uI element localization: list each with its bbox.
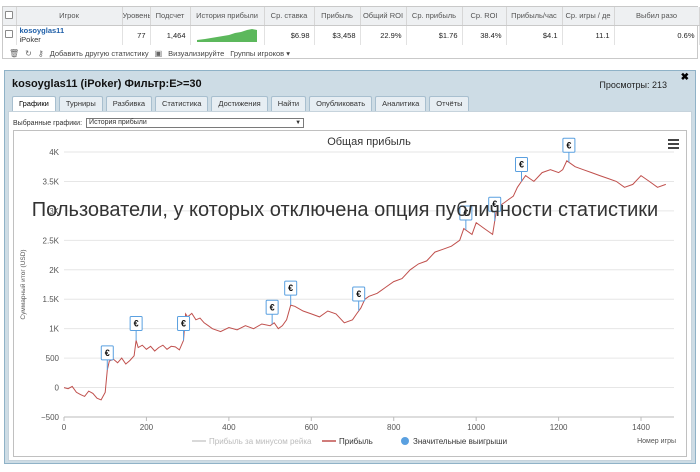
level-cell: 77: [122, 25, 151, 45]
stats-toolbar: 🗑 ↻ ⚷ Добавить другую статистику ▣ Визуа…: [3, 46, 697, 60]
x-tick-label: 200: [140, 423, 154, 432]
y-tick-label: 3.5K: [43, 177, 60, 186]
tab-statistics[interactable]: Статистика: [155, 96, 209, 111]
chart-menu-icon[interactable]: [668, 139, 679, 151]
chart-select-label: Выбранные графики:: [13, 119, 83, 127]
x-tick-label: 800: [387, 423, 401, 432]
legend-item: Значительные выигрыши: [413, 437, 507, 446]
views-count: Просмотры: 213: [599, 80, 667, 90]
column-header[interactable]: Выбил разо: [614, 7, 700, 26]
select-all-checkbox[interactable]: [3, 7, 17, 26]
count-cell: 1,464: [150, 25, 191, 45]
y-tick-label: 3K: [49, 207, 59, 216]
x-tick-label: 0: [62, 423, 67, 432]
y-tick-label: 2K: [49, 266, 59, 275]
tab-analytics[interactable]: Аналитика: [375, 96, 427, 111]
column-header[interactable]: История прибыли: [190, 7, 265, 26]
trash-icon[interactable]: 🗑: [9, 49, 19, 58]
column-header[interactable]: Прибыль: [314, 7, 361, 26]
tab-content: Выбранные графики: История прибыли ▼ Общ…: [8, 111, 692, 461]
chart-select[interactable]: История прибыли ▼: [86, 118, 305, 128]
column-header[interactable]: Ср. игры / де: [562, 7, 615, 26]
profit-cell: $3,458: [314, 25, 361, 45]
player-groups-dropdown[interactable]: Группы игроков ▾: [230, 49, 290, 58]
table-header-row: Игрок Уровень Подсчет История прибыли Ср…: [3, 7, 700, 26]
x-tick-label: 1400: [632, 423, 650, 432]
column-header[interactable]: Уровень: [122, 7, 151, 26]
games-day-cell: 11.1: [562, 25, 615, 45]
euro-icon: €: [105, 348, 110, 358]
profit-chart: Общая прибыль−50005001K1.5K2K2.5K3K3.5K4…: [19, 136, 676, 446]
image-icon: ▣: [154, 48, 163, 58]
x-tick-label: 1200: [550, 423, 568, 432]
column-header[interactable]: Подсчет: [150, 7, 191, 26]
euro-icon: €: [134, 318, 139, 328]
knockouts-cell: 0.6%: [614, 25, 700, 45]
euro-icon: €: [288, 283, 293, 293]
profit-history-sparkline[interactable]: [190, 25, 265, 45]
x-axis-label: Номер игры: [637, 438, 676, 445]
y-tick-label: −500: [41, 413, 60, 422]
y-tick-label: 1K: [49, 325, 59, 334]
euro-icon: €: [492, 199, 497, 209]
player-panel: ✖ kosoyglas11 (iPoker) Фильтр:E>=30 Прос…: [4, 70, 696, 464]
legend-item: Прибыль: [339, 437, 373, 446]
x-tick-label: 1000: [467, 423, 485, 432]
y-tick-label: 2.5K: [43, 236, 60, 245]
avg-stake-cell: $6.98: [264, 25, 315, 45]
x-tick-label: 600: [305, 423, 319, 432]
chevron-down-icon: ▼: [295, 120, 302, 126]
column-header[interactable]: Прибыль/час: [506, 7, 563, 26]
euro-icon: €: [519, 159, 524, 169]
tab-tournaments[interactable]: Турниры: [58, 96, 103, 111]
legend-item: Прибыль за минусом рейка: [209, 437, 312, 446]
player-name-link[interactable]: kosoyglas11: [20, 26, 118, 35]
euro-icon: €: [566, 140, 571, 150]
table-row[interactable]: kosoyglas11 iPoker 77 1,464 $6.98 $3,458…: [3, 25, 700, 45]
close-icon[interactable]: ✖: [681, 72, 689, 83]
refresh-icon[interactable]: ↻: [25, 49, 32, 58]
column-header[interactable]: Ср. ставка: [264, 7, 315, 26]
tab-find[interactable]: Найти: [270, 96, 307, 111]
tab-achievements[interactable]: Достижения: [211, 96, 268, 111]
avg-roi-cell: 38.4%: [462, 25, 507, 45]
euro-icon: €: [270, 302, 275, 312]
profit-hour-cell: $4.1: [506, 25, 563, 45]
key-icon: ⚷: [37, 48, 44, 58]
euro-icon: €: [356, 289, 361, 299]
chart-title: Общая прибыль: [327, 136, 411, 148]
tab-publish[interactable]: Опубликовать: [309, 96, 373, 111]
column-header[interactable]: Ср. ROI: [462, 7, 507, 26]
player-site: iPoker: [19, 35, 41, 45]
y-tick-label: 500: [46, 354, 60, 363]
add-stat-link[interactable]: Добавить другую статистику: [50, 49, 149, 58]
row-checkbox[interactable]: [3, 25, 17, 45]
tab-reports[interactable]: Отчёты: [429, 96, 470, 111]
euro-icon: €: [181, 318, 186, 328]
y-tick-label: 1.5K: [43, 295, 60, 304]
legend-swatch: [401, 437, 409, 445]
column-header[interactable]: Игрок: [16, 7, 123, 26]
chart-container: Общая прибыль −500 0 500 1K 1.5K 2K 2.5K 3K 3.5K 4…: [13, 130, 687, 457]
y-tick-label: 4K: [49, 148, 59, 157]
y-axis-label: Суммарный итог (USD): [19, 249, 27, 319]
column-header[interactable]: Общий ROI: [360, 7, 407, 26]
panel-title: kosoyglas11 (iPoker) Фильтр:E>=30: [12, 78, 202, 90]
visualize-link[interactable]: Визуализируйте: [168, 49, 224, 58]
euro-icon: €: [463, 208, 468, 218]
profit-series-line: [63, 160, 666, 401]
tab-breakdown[interactable]: Разбивка: [105, 96, 153, 111]
tab-charts[interactable]: Графики: [12, 96, 56, 111]
total-roi-cell: 22.9%: [360, 25, 407, 45]
x-tick-label: 400: [222, 423, 236, 432]
column-header[interactable]: Ср. прибыль: [406, 7, 463, 26]
y-tick-label: 0: [55, 384, 60, 393]
panel-tabs: Графики Турниры Разбивка Статистика Дост…: [12, 96, 470, 111]
stats-table: Игрок Уровень Подсчет История прибыли Ср…: [2, 6, 700, 60]
avg-profit-cell: $1.76: [406, 25, 463, 45]
